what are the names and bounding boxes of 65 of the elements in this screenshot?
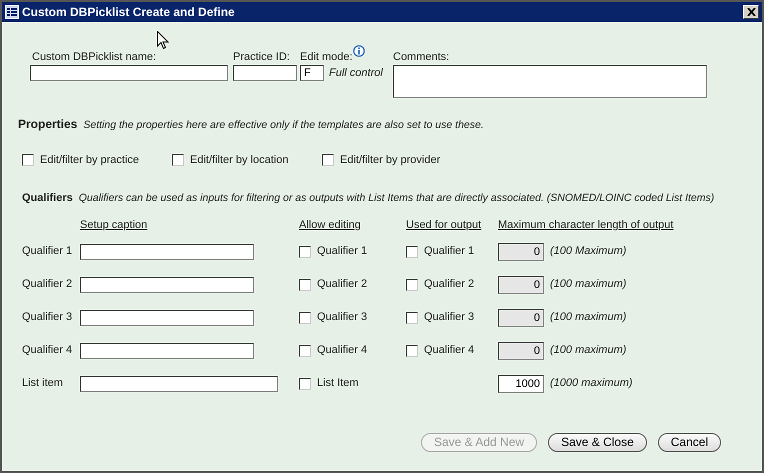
- edit-mode-field[interactable]: F: [300, 65, 324, 82]
- checkbox[interactable]: [299, 344, 311, 356]
- caption-field[interactable]: [80, 244, 254, 260]
- practice-id-field[interactable]: [233, 65, 297, 81]
- window-title: Custom DBPicklist Create and Define: [22, 4, 235, 21]
- section-description: Setting the properties here are effective only if the templates are also set to use these.: [83, 118, 484, 133]
- column-header: Used for output: [406, 218, 482, 233]
- checkbox-label: Qualifier 2: [317, 277, 368, 292]
- row-label: Qualifier 4: [22, 343, 72, 358]
- section-title: Qualifiers: [22, 191, 73, 206]
- section-description: Qualifiers can be used as inputs for filtering or as outputs with List Items that are directly associated. (SNOMED/LOINC coded List Items): [78, 191, 714, 206]
- row-label: Qualifier 2: [22, 277, 72, 292]
- checkbox[interactable]: [299, 312, 311, 324]
- section-title: Properties: [18, 116, 78, 133]
- checkbox-label: Qualifier 2: [424, 277, 474, 292]
- checkbox[interactable]: [299, 378, 311, 390]
- checkbox-label: Edit/filter by provider: [340, 152, 440, 168]
- field-label: Practice ID:: [233, 50, 291, 64]
- caption-field[interactable]: [80, 310, 254, 326]
- window-menu-icon[interactable]: [5, 5, 19, 19]
- checkbox-label: List Item: [317, 376, 359, 392]
- row-label: List item: [22, 376, 63, 392]
- checkbox[interactable]: [406, 344, 418, 356]
- checkbox-label: Edit/filter by practice: [40, 152, 140, 168]
- close-button[interactable]: [743, 5, 759, 19]
- column-header: Allow editing: [299, 218, 361, 233]
- checkbox[interactable]: [299, 278, 311, 290]
- row-label: Qualifier 1: [22, 244, 72, 260]
- column-header: Maximum character length of output: [498, 218, 674, 233]
- checkbox-label: Qualifier 3: [317, 310, 368, 326]
- button[interactable]: Cancel: [658, 433, 722, 452]
- max-length-field[interactable]: 1000: [498, 374, 544, 392]
- max-length-note: (100 maximum): [550, 310, 626, 326]
- checkbox[interactable]: [22, 154, 34, 166]
- edit-mode-note: Full control: [329, 66, 383, 81]
- max-length-note: (100 maximum): [550, 343, 626, 358]
- caption-field[interactable]: [80, 342, 254, 358]
- checkbox[interactable]: [322, 154, 334, 166]
- comments-field[interactable]: [393, 65, 707, 98]
- mouse-pointer-icon: [157, 31, 169, 50]
- caption-field[interactable]: [80, 276, 254, 292]
- checkbox[interactable]: [406, 246, 418, 258]
- button[interactable]: Save & Close: [548, 433, 647, 452]
- field-label: Comments:: [393, 50, 450, 64]
- checkbox[interactable]: [299, 246, 311, 258]
- max-length-note: (100 maximum): [550, 277, 626, 292]
- checkbox-label: Qualifier 4: [317, 343, 368, 358]
- checkbox[interactable]: [172, 154, 184, 166]
- checkbox-label: Qualifier 1: [424, 244, 474, 260]
- name-field[interactable]: [30, 65, 228, 81]
- max-length-note: (100 Maximum): [550, 244, 626, 260]
- checkbox-label: Edit/filter by location: [190, 152, 288, 168]
- close-icon: [746, 8, 756, 16]
- checkbox[interactable]: [406, 278, 418, 290]
- field-label: Custom DBPicklist name:: [32, 50, 158, 64]
- checkbox-label: Qualifier 3: [424, 310, 474, 326]
- max-length-note: (1000 maximum): [550, 376, 633, 392]
- checkbox[interactable]: [406, 312, 418, 324]
- caption-field[interactable]: [80, 376, 278, 392]
- checkbox-label: Qualifier 1: [317, 244, 368, 260]
- row-label: Qualifier 3: [22, 310, 72, 326]
- checkbox-label: Qualifier 4: [424, 343, 474, 358]
- field-label: Edit mode:: [300, 50, 353, 65]
- info-icon[interactable]: [352, 45, 365, 57]
- column-header: Setup caption: [80, 218, 148, 233]
